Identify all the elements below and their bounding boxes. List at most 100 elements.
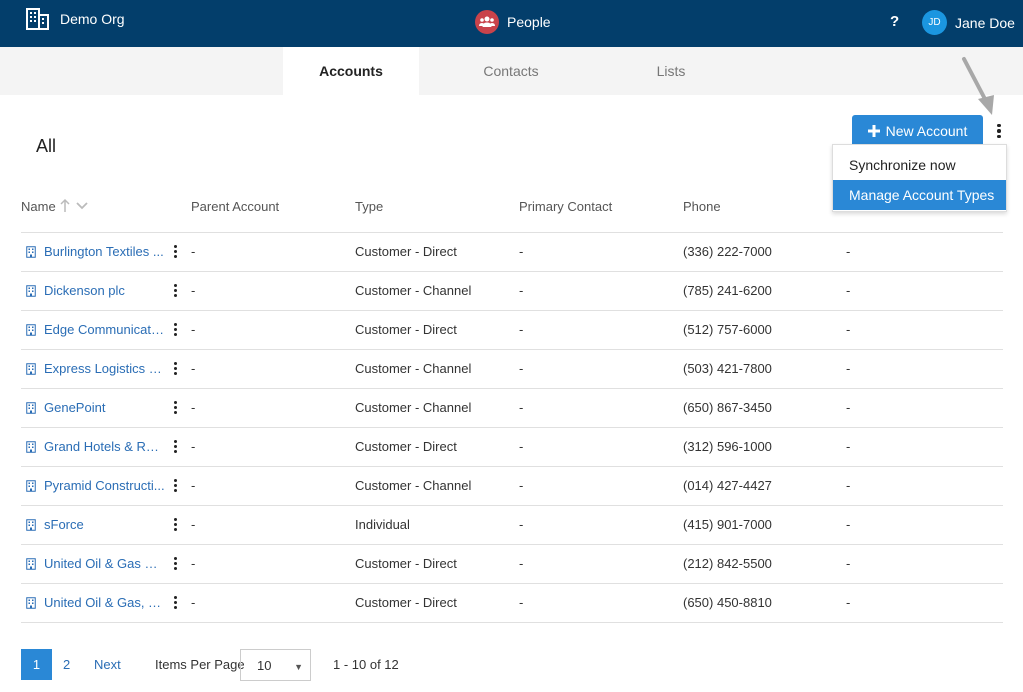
table-row[interactable]: Grand Hotels & Res... - Customer - Direct -… — [0, 427, 1023, 466]
sort-controls[interactable] — [60, 198, 88, 215]
arrow-up-icon[interactable] — [60, 198, 70, 215]
account-name-link[interactable]: Grand Hotels & Res... — [26, 427, 171, 466]
extra-cell: - — [846, 556, 851, 571]
account-name: Express Logistics an... — [44, 361, 166, 376]
table-row[interactable]: Dickenson plc - Customer - Channel - (785) 2… — [0, 271, 1023, 310]
parent-account-cell: - — [191, 439, 196, 454]
items-per-page-label: Items Per Page — [155, 657, 245, 672]
table-row[interactable]: United Oil & Gas, Si... - Customer - Direc… — [0, 583, 1023, 622]
phone-cell: (336) 222-7000 — [683, 244, 772, 259]
table-row[interactable]: Pyramid Constructi... - Customer - Channel… — [0, 466, 1023, 505]
user-menu[interactable]: JD Jane Doe — [922, 10, 1015, 35]
table-row[interactable]: Burlington Textiles ... - Customer - Direc… — [0, 232, 1023, 271]
org-switcher[interactable]: Demo Org — [26, 8, 125, 30]
account-name-link[interactable]: Edge Communicatio... — [26, 310, 171, 349]
table-row[interactable]: Edge Communicatio... - Customer - Direct - (… — [0, 310, 1023, 349]
type-cell: Customer - Direct — [355, 439, 457, 454]
page-2-link[interactable]: 2 — [63, 649, 70, 680]
account-name: Burlington Textiles ... — [44, 244, 164, 259]
parent-account-cell: - — [191, 478, 196, 493]
parent-account-cell: - — [191, 361, 196, 376]
top-bar: Demo Org People ? JD Jane Doe — [0, 0, 1023, 47]
account-name-link[interactable]: Burlington Textiles ... — [26, 232, 171, 271]
extra-cell: - — [846, 400, 851, 415]
row-more-vertical-icon[interactable] — [170, 232, 180, 271]
page-range-text: 1 - 10 of 12 — [333, 657, 399, 672]
primary-contact-cell: - — [519, 517, 524, 532]
phone-cell: (014) 427-4427 — [683, 478, 772, 493]
row-more-vertical-icon[interactable] — [170, 544, 180, 583]
building-icon — [26, 8, 50, 30]
type-cell: Customer - Direct — [355, 244, 457, 259]
table-row[interactable]: Express Logistics an... - Customer - Chann… — [0, 349, 1023, 388]
phone-cell: (650) 450-8810 — [683, 595, 772, 610]
avatar: JD — [922, 10, 947, 35]
table-row[interactable]: United Oil & Gas Co... - Customer - Direct… — [0, 544, 1023, 583]
account-icon — [26, 518, 36, 531]
tab-contacts[interactable]: Contacts — [443, 47, 579, 95]
extra-cell: - — [846, 283, 851, 298]
row-more-vertical-icon[interactable] — [170, 583, 180, 622]
items-per-page-select[interactable]: 10 ▼ — [240, 649, 311, 681]
extra-cell: - — [846, 439, 851, 454]
primary-contact-cell: - — [519, 400, 524, 415]
column-header-parent-account[interactable]: Parent Account — [191, 199, 279, 214]
table-row[interactable]: sForce - Individual - (415) 901-7000 - — [0, 505, 1023, 544]
table-row[interactable]: GenePoint - Customer - Channel - (650) 867-3… — [0, 388, 1023, 427]
extra-cell: - — [846, 478, 851, 493]
type-cell: Customer - Direct — [355, 595, 457, 610]
account-name-link[interactable]: Dickenson plc — [26, 271, 171, 310]
chevron-down-icon[interactable] — [76, 198, 88, 215]
account-icon — [26, 323, 36, 336]
type-cell: Customer - Channel — [355, 400, 472, 415]
primary-contact-cell: - — [519, 283, 524, 298]
tab-bar: Accounts Contacts Lists — [0, 47, 1023, 95]
tab-lists[interactable]: Lists — [603, 47, 739, 95]
menu-item-manage-account-types[interactable]: Manage Account Types — [833, 180, 1006, 210]
more-actions-menu: Synchronize now Manage Account Types — [832, 144, 1007, 212]
column-header-primary-contact[interactable]: Primary Contact — [519, 199, 612, 214]
column-header-type[interactable]: Type — [355, 199, 383, 214]
row-more-vertical-icon[interactable] — [170, 271, 180, 310]
pointer-arrow-icon — [962, 57, 994, 115]
row-more-vertical-icon[interactable] — [170, 388, 180, 427]
account-icon — [26, 284, 36, 297]
help-button[interactable]: ? — [890, 13, 899, 30]
row-more-vertical-icon[interactable] — [170, 505, 180, 544]
account-name: Grand Hotels & Res... — [44, 439, 166, 454]
plus-icon — [867, 122, 880, 140]
app-switcher[interactable]: People — [475, 10, 551, 34]
row-more-vertical-icon[interactable] — [170, 310, 180, 349]
account-name-link[interactable]: sForce — [26, 505, 171, 544]
column-header-phone[interactable]: Phone — [683, 199, 721, 214]
account-name: GenePoint — [44, 400, 106, 415]
people-icon — [475, 10, 499, 34]
parent-account-cell: - — [191, 595, 196, 610]
account-icon — [26, 596, 36, 609]
row-more-vertical-icon[interactable] — [170, 466, 180, 505]
tab-accounts[interactable]: Accounts — [283, 47, 419, 95]
page-1-button[interactable]: 1 — [21, 649, 52, 680]
row-more-vertical-icon[interactable] — [170, 349, 180, 388]
account-name-link[interactable]: GenePoint — [26, 388, 171, 427]
extra-cell: - — [846, 517, 851, 532]
primary-contact-cell: - — [519, 556, 524, 571]
account-name-link[interactable]: Pyramid Constructi... — [26, 466, 171, 505]
column-header-name[interactable]: Name — [21, 199, 56, 214]
row-more-vertical-icon[interactable] — [170, 427, 180, 466]
parent-account-cell: - — [191, 556, 196, 571]
account-name-link[interactable]: Express Logistics an... — [26, 349, 171, 388]
account-icon — [26, 440, 36, 453]
account-name: Edge Communicatio... — [44, 322, 166, 337]
new-account-button[interactable]: New Account — [852, 115, 983, 147]
account-name-link[interactable]: United Oil & Gas, Si... — [26, 583, 171, 622]
phone-cell: (785) 241-6200 — [683, 283, 772, 298]
type-cell: Customer - Channel — [355, 361, 472, 376]
menu-item-synchronize[interactable]: Synchronize now — [833, 150, 1006, 180]
primary-contact-cell: - — [519, 478, 524, 493]
phone-cell: (512) 757-6000 — [683, 322, 772, 337]
more-vertical-icon[interactable] — [992, 120, 1006, 142]
account-icon — [26, 401, 36, 414]
account-name-link[interactable]: United Oil & Gas Co... — [26, 544, 171, 583]
next-page-link[interactable]: Next — [94, 649, 121, 680]
